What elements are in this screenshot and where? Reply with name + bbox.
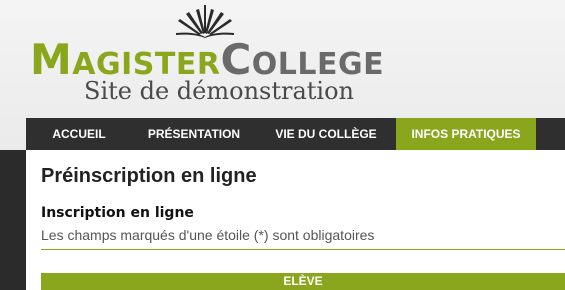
section-bar-eleve: ELÈVE xyxy=(41,273,565,290)
nav-item-presentation[interactable]: PRÉSENTATION xyxy=(132,118,256,150)
required-fields-note: Les champs marqués d'une étoile (*) sont… xyxy=(41,227,375,243)
nav-item-accueil[interactable]: ACCUEIL xyxy=(26,118,132,150)
open-book-icon xyxy=(176,5,234,38)
page-title: Préinscription en ligne xyxy=(41,165,257,187)
main-content: Préinscription en ligne Inscription en l… xyxy=(26,150,565,290)
site-tagline: Site de démonstration xyxy=(84,77,354,105)
divider xyxy=(41,249,565,250)
section-title: Inscription en ligne xyxy=(41,205,194,221)
nav-item-vie-du-college[interactable]: VIE DU COLLÈGE xyxy=(256,118,396,150)
logo-letter: M xyxy=(30,35,73,84)
nav-item-infos-pratiques[interactable]: INFOS PRATIQUES xyxy=(396,118,536,150)
main-navigation: ACCUEIL PRÉSENTATION VIE DU COLLÈGE INFO… xyxy=(26,118,565,150)
site-header: MAGISTERCOLLEGE Site de démonstration xyxy=(0,0,565,118)
left-sidebar-strip xyxy=(0,150,26,290)
